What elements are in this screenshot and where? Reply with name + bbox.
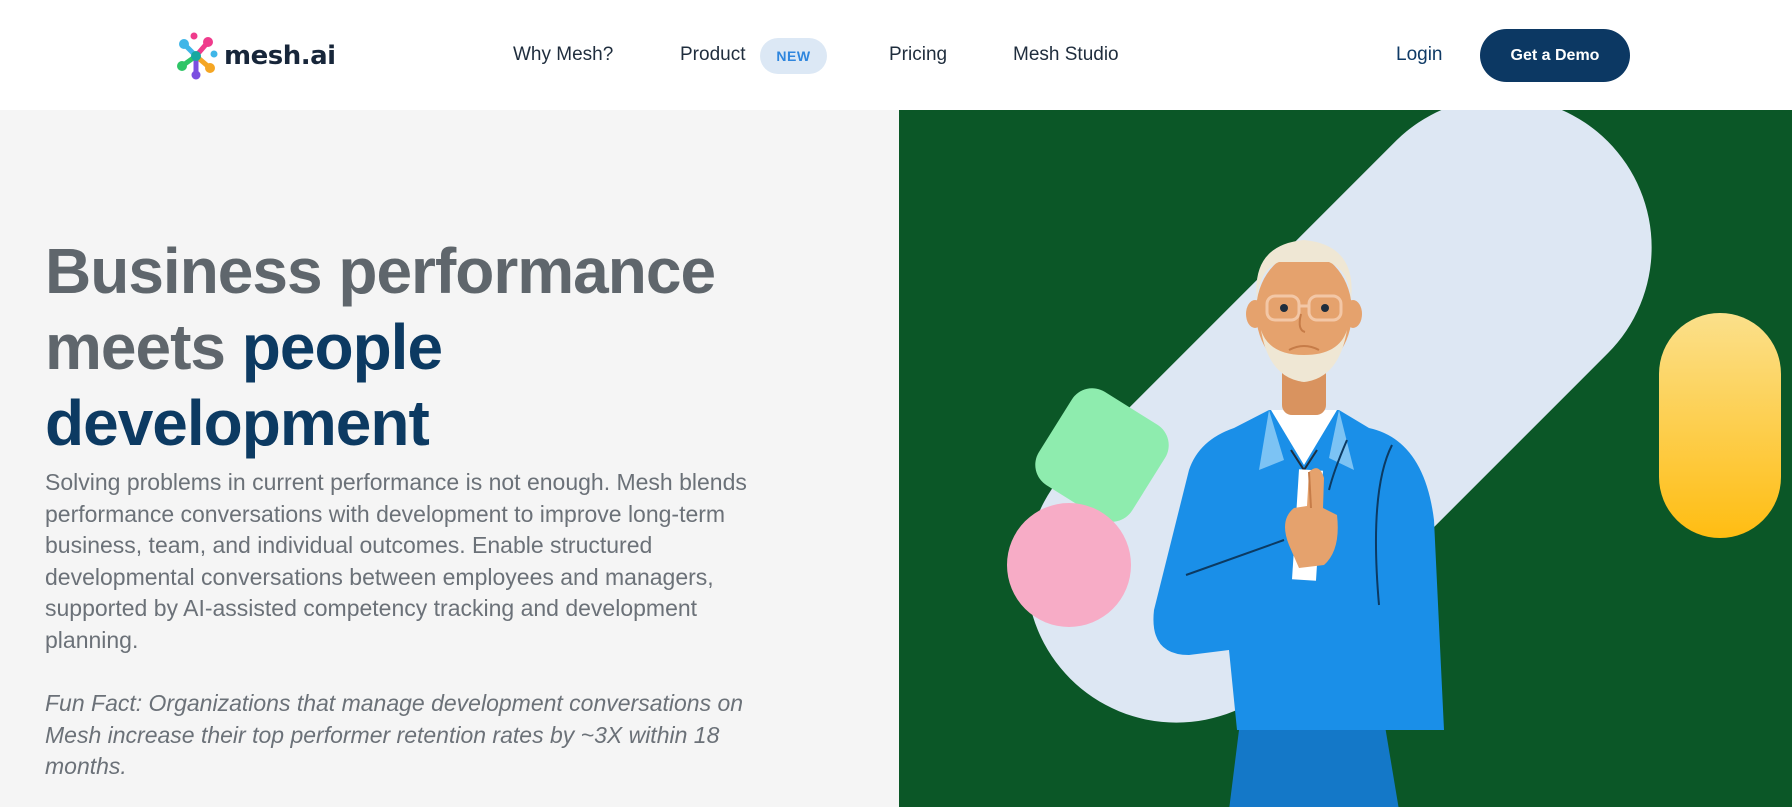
product-new-badge: NEW [760,38,827,74]
man-thumbs-up-illustration [1007,110,1781,807]
top-navigation: mesh.ai Why Mesh? Product NEW Pricing Me… [0,0,1792,110]
hero-illustration-panel [899,110,1792,807]
nav-link-pricing[interactable]: Pricing [889,42,947,68]
fun-fact: Fun Fact: Organizations that manage deve… [45,690,744,779]
yellow-pill-shape [1659,313,1781,538]
nav-link-product[interactable]: Product [680,42,745,68]
mesh-logo[interactable]: mesh.ai [170,30,336,82]
pink-circle-shape [1007,503,1131,627]
nav-link-mesh-studio[interactable]: Mesh Studio [1013,42,1119,68]
nav-link-why-mesh[interactable]: Why Mesh? [513,42,613,68]
hero-description: Solving problems in current performance … [45,469,747,653]
hero-text-panel: Business performance meets people develo… [0,110,899,807]
logo-text: mesh.ai [224,41,336,71]
hero-headline: Business performance meets people develo… [45,233,825,461]
login-link[interactable]: Login [1396,42,1443,68]
get-a-demo-button[interactable]: Get a Demo [1480,29,1630,82]
mesh-logo-icon [177,32,218,80]
